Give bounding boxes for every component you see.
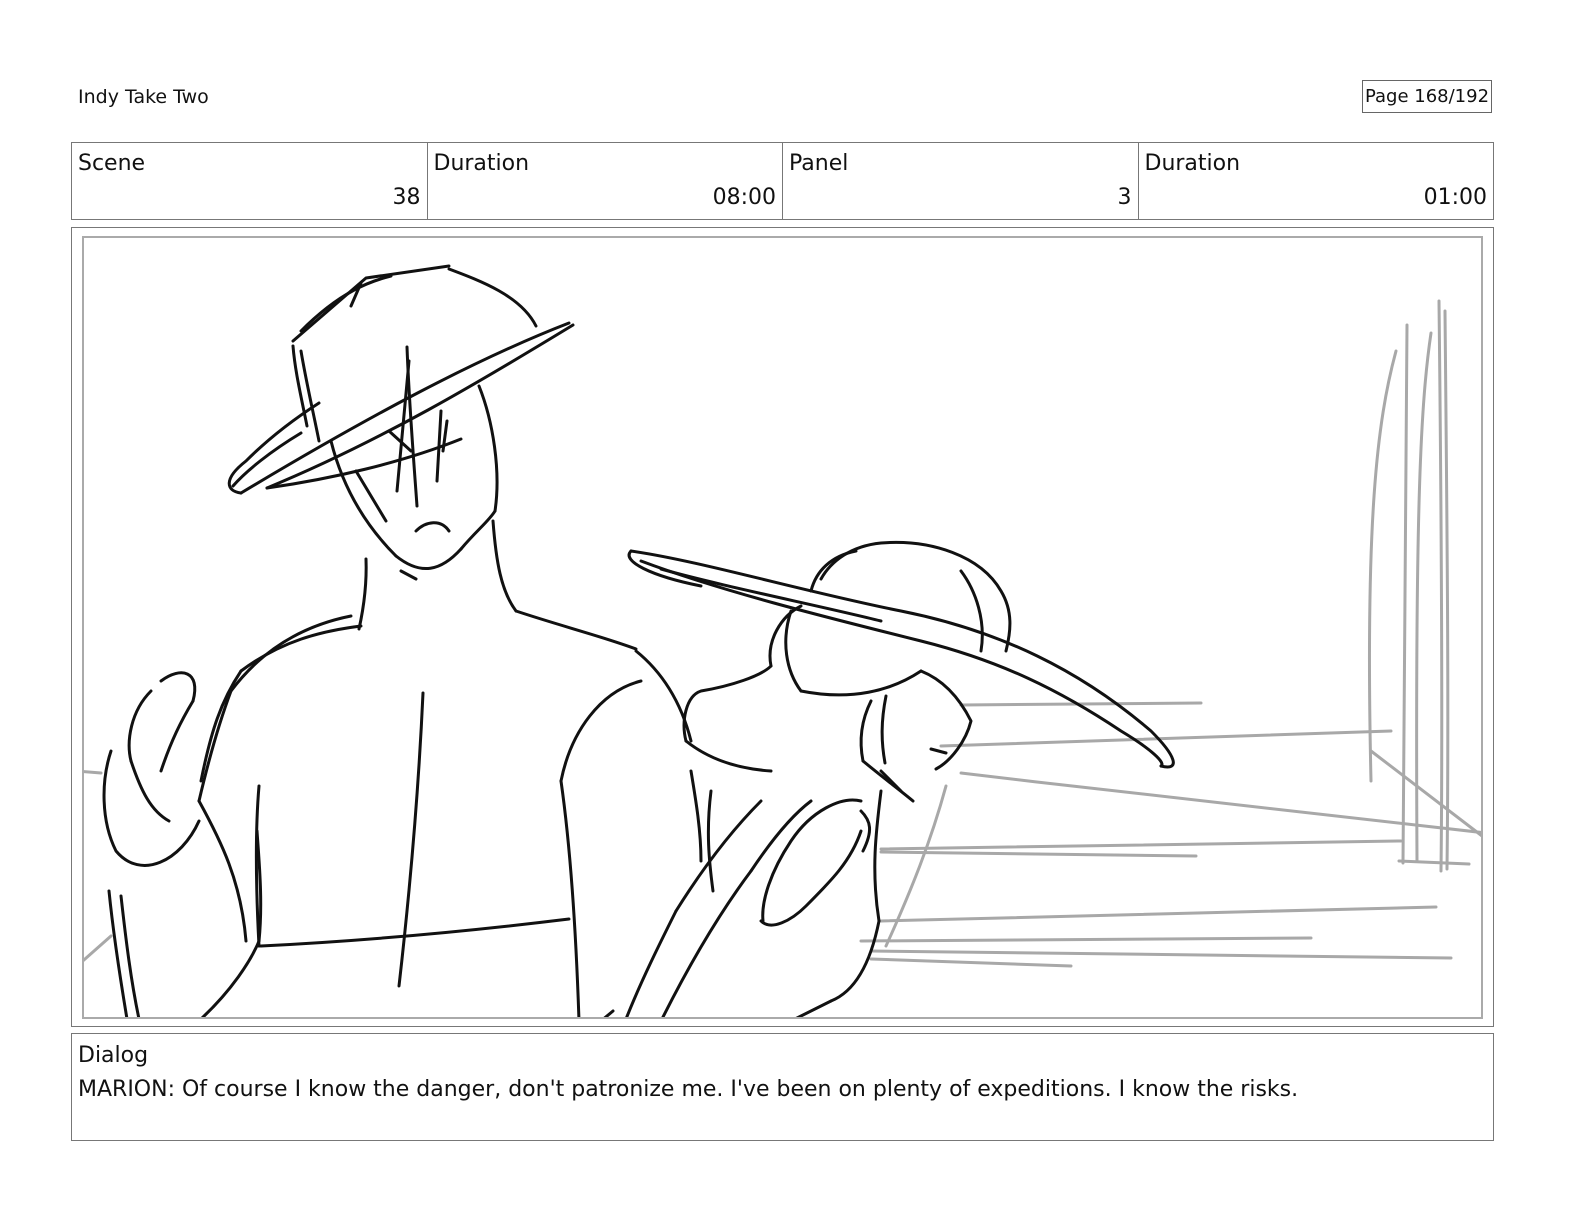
scene-duration-label: Duration bbox=[433, 151, 530, 176]
scene-label: Scene bbox=[78, 151, 146, 176]
panel-info-row: Scene 38 Duration 08:00 Panel 3 Duration… bbox=[71, 142, 1494, 220]
panel-duration-cell: Duration 01:00 bbox=[1139, 143, 1494, 219]
project-title: Indy Take Two bbox=[78, 86, 209, 108]
character-sketch bbox=[102, 264, 1175, 1017]
scene-cell: Scene 38 bbox=[72, 143, 428, 219]
panel-cell: Panel 3 bbox=[783, 143, 1139, 219]
scene-duration-value: 08:00 bbox=[712, 185, 776, 210]
storyboard-panel bbox=[82, 236, 1483, 1019]
panel-duration-label: Duration bbox=[1144, 151, 1241, 176]
panel-value: 3 bbox=[1117, 185, 1132, 210]
page-number-box: Page 168/192 bbox=[1362, 80, 1492, 113]
storyboard-sketch bbox=[84, 264, 1481, 1017]
dialog-box: Dialog MARION: Of course I know the dang… bbox=[71, 1033, 1494, 1141]
dialog-label: Dialog bbox=[78, 1043, 149, 1068]
panel-label: Panel bbox=[789, 151, 849, 176]
scene-value: 38 bbox=[392, 185, 421, 210]
storyboard-frame bbox=[71, 227, 1494, 1027]
panel-duration-value: 01:00 bbox=[1423, 185, 1487, 210]
dialog-text: MARION: Of course I know the danger, don… bbox=[78, 1077, 1299, 1102]
scene-duration-cell: Duration 08:00 bbox=[428, 143, 783, 219]
background-sketch-lines bbox=[84, 299, 1481, 968]
